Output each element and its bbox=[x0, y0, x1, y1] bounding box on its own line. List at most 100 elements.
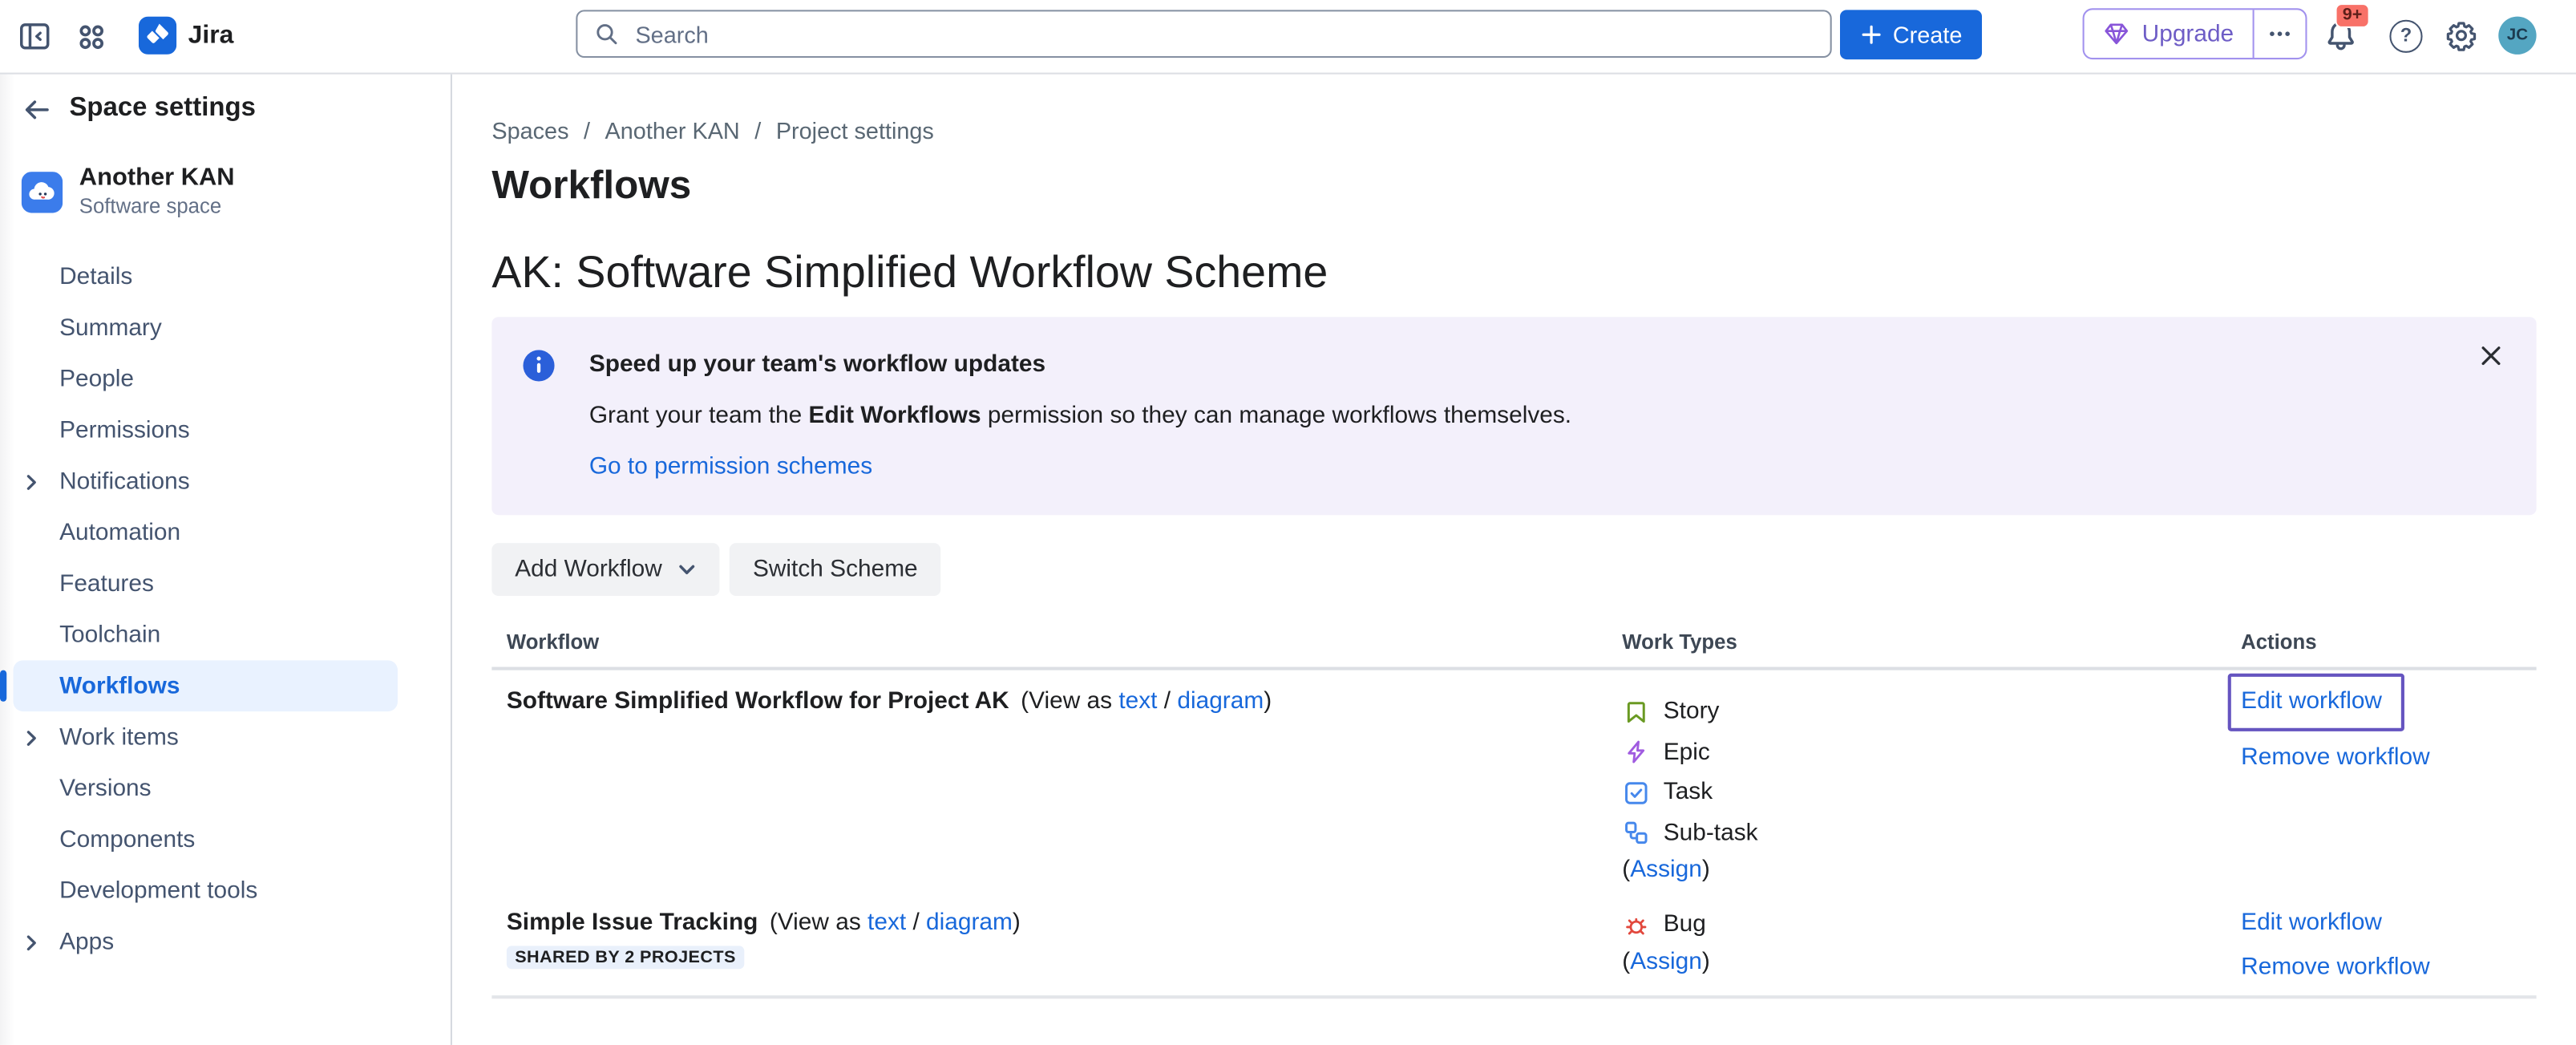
work-type-label: Task bbox=[1664, 780, 1713, 806]
info-banner: Speed up your team's workflow updates Gr… bbox=[491, 317, 2536, 515]
view-as-prefix: (View as bbox=[1021, 688, 1118, 715]
global-search bbox=[576, 10, 1831, 58]
sidebar-header: Space settings bbox=[0, 73, 451, 128]
actions-cell: Edit workflow Remove workflow bbox=[2241, 670, 2536, 897]
sidebar-item-label: Components bbox=[59, 826, 195, 853]
edit-workflow-focus-ring: Edit workflow bbox=[2228, 674, 2405, 731]
epic-icon bbox=[1622, 739, 1650, 767]
settings-button[interactable] bbox=[2444, 18, 2478, 53]
workflow-scheme-title: AK: Software Simplified Workflow Scheme bbox=[491, 246, 2536, 299]
view-as-separator: / bbox=[1157, 688, 1177, 715]
premium-gem-icon bbox=[2102, 20, 2130, 48]
add-workflow-button[interactable]: Add Workflow bbox=[491, 543, 719, 596]
assign-open-paren: ( bbox=[1622, 857, 1630, 883]
jira-logo-icon bbox=[139, 17, 176, 55]
breadcrumb: Spaces / Another KAN / Project settings bbox=[491, 114, 2536, 147]
assign-line: (Assign) bbox=[1622, 945, 2241, 978]
chevron-right-icon bbox=[22, 932, 42, 952]
sidebar-item-label: Versions bbox=[59, 775, 151, 801]
workflow-name: Simple Issue Tracking bbox=[507, 909, 758, 936]
info-icon bbox=[523, 350, 554, 381]
assign-link[interactable]: Assign bbox=[1630, 857, 1702, 883]
sidebar-item-automation[interactable]: Automation bbox=[13, 507, 398, 558]
edit-workflow-link[interactable]: Edit workflow bbox=[2241, 683, 2382, 719]
user-avatar[interactable]: JC bbox=[2498, 17, 2536, 55]
assign-open-paren: ( bbox=[1622, 948, 1630, 974]
view-as-text-link[interactable]: text bbox=[1118, 688, 1157, 715]
space-card: Another KAN Software space bbox=[22, 164, 431, 220]
remove-workflow-link[interactable]: Remove workflow bbox=[2241, 950, 2430, 986]
sidebar-item-label: Workflows bbox=[59, 673, 180, 699]
breadcrumb-spaces[interactable]: Spaces bbox=[491, 114, 568, 147]
space-card-text: Another KAN Software space bbox=[79, 164, 235, 220]
space-name: Another KAN bbox=[79, 164, 235, 193]
search-input[interactable] bbox=[632, 19, 1814, 49]
sidebar-item-workflows[interactable]: Workflows bbox=[13, 660, 398, 711]
story-icon bbox=[1622, 698, 1650, 726]
upgrade-button[interactable]: Upgrade bbox=[2085, 10, 2254, 58]
work-types-cell: Bug (Assign) bbox=[1622, 897, 2241, 995]
subtask-icon bbox=[1622, 819, 1650, 847]
work-type-label: Bug bbox=[1664, 912, 1706, 938]
switch-scheme-button[interactable]: Switch Scheme bbox=[730, 543, 940, 596]
upgrade-more-options-button[interactable] bbox=[2254, 10, 2305, 58]
view-as-separator: / bbox=[906, 909, 926, 936]
breadcrumb-project-settings[interactable]: Project settings bbox=[776, 114, 934, 147]
switch-scheme-label: Switch Scheme bbox=[753, 557, 918, 583]
work-type-label: Sub-task bbox=[1664, 820, 1758, 846]
breadcrumb-another-kan[interactable]: Another KAN bbox=[605, 114, 740, 147]
view-as-text-link[interactable]: text bbox=[867, 909, 906, 936]
add-workflow-label: Add Workflow bbox=[515, 557, 662, 583]
work-type-label: Epic bbox=[1664, 739, 1710, 766]
banner-title: Speed up your team's workflow updates bbox=[589, 350, 1045, 379]
create-button[interactable]: Create bbox=[1840, 10, 1982, 59]
sidebar-item-work-items[interactable]: Work items bbox=[13, 711, 398, 763]
banner-body-bold: Edit Workflows bbox=[809, 403, 981, 429]
assign-close-paren: ) bbox=[1702, 857, 1710, 883]
banner-body-prefix: Grant your team the bbox=[589, 403, 809, 429]
selected-indicator bbox=[0, 670, 6, 702]
banner-close-button[interactable] bbox=[2477, 342, 2505, 370]
sidebar-item-people[interactable]: People bbox=[13, 353, 398, 404]
sidebar-item-versions[interactable]: Versions bbox=[13, 763, 398, 814]
sidebar-title: Space settings bbox=[69, 91, 255, 127]
sidebar-item-features[interactable]: Features bbox=[13, 558, 398, 610]
sidebar-item-notifications[interactable]: Notifications bbox=[13, 456, 398, 507]
sidebar-item-toolchain[interactable]: Toolchain bbox=[13, 610, 398, 661]
page-title: Workflows bbox=[491, 164, 2536, 210]
help-button[interactable]: ? bbox=[2389, 20, 2422, 53]
permission-schemes-link[interactable]: Go to permission schemes bbox=[589, 452, 872, 482]
main-content: Spaces / Another KAN / Project settings … bbox=[454, 73, 2576, 1045]
view-as-suffix: ) bbox=[1264, 688, 1272, 715]
app-switcher-button[interactable] bbox=[76, 22, 107, 53]
view-as-diagram-link[interactable]: diagram bbox=[1177, 688, 1264, 715]
space-avatar-icon bbox=[22, 171, 63, 212]
chevron-right-icon bbox=[22, 727, 42, 747]
upgrade-button-label: Upgrade bbox=[2142, 21, 2234, 47]
notifications-button[interactable]: 9+ bbox=[2323, 18, 2360, 55]
breadcrumb-separator: / bbox=[584, 114, 590, 147]
sidebar-item-label: Automation bbox=[59, 519, 180, 545]
assign-link[interactable]: Assign bbox=[1630, 948, 1702, 974]
sidebar-item-label: Toolchain bbox=[59, 622, 160, 648]
edit-workflow-link[interactable]: Edit workflow bbox=[2241, 905, 2382, 941]
question-mark-glyph: ? bbox=[2400, 26, 2412, 47]
breadcrumb-separator: / bbox=[754, 114, 761, 147]
view-as-diagram-link[interactable]: diagram bbox=[926, 909, 1013, 936]
sidebar-item-permissions[interactable]: Permissions bbox=[13, 404, 398, 456]
sidebar-item-apps[interactable]: Apps bbox=[13, 916, 398, 967]
jira-app: Jira Create Upgrade 9+ ? bbox=[0, 0, 2576, 1045]
back-button[interactable] bbox=[22, 93, 53, 124]
sidebar-item-development-tools[interactable]: Development tools bbox=[13, 865, 398, 917]
sidebar-item-label: Features bbox=[59, 570, 154, 597]
sidebar-item-label: People bbox=[59, 366, 134, 392]
column-header-workflow: Workflow bbox=[507, 629, 1622, 655]
collapse-sidebar-button[interactable] bbox=[18, 20, 51, 53]
sidebar-item-summary[interactable]: Summary bbox=[13, 302, 398, 354]
sidebar-item-components[interactable]: Components bbox=[13, 814, 398, 865]
jira-home-link[interactable]: Jira bbox=[139, 17, 234, 55]
remove-workflow-link[interactable]: Remove workflow bbox=[2241, 739, 2430, 776]
sidebar-item-details[interactable]: Details bbox=[13, 251, 398, 302]
sidebar-nav-list: Details Summary People Permissions Notif… bbox=[0, 251, 451, 967]
space-settings-sidebar: Space settings Another KAN Software spac… bbox=[0, 73, 452, 1045]
